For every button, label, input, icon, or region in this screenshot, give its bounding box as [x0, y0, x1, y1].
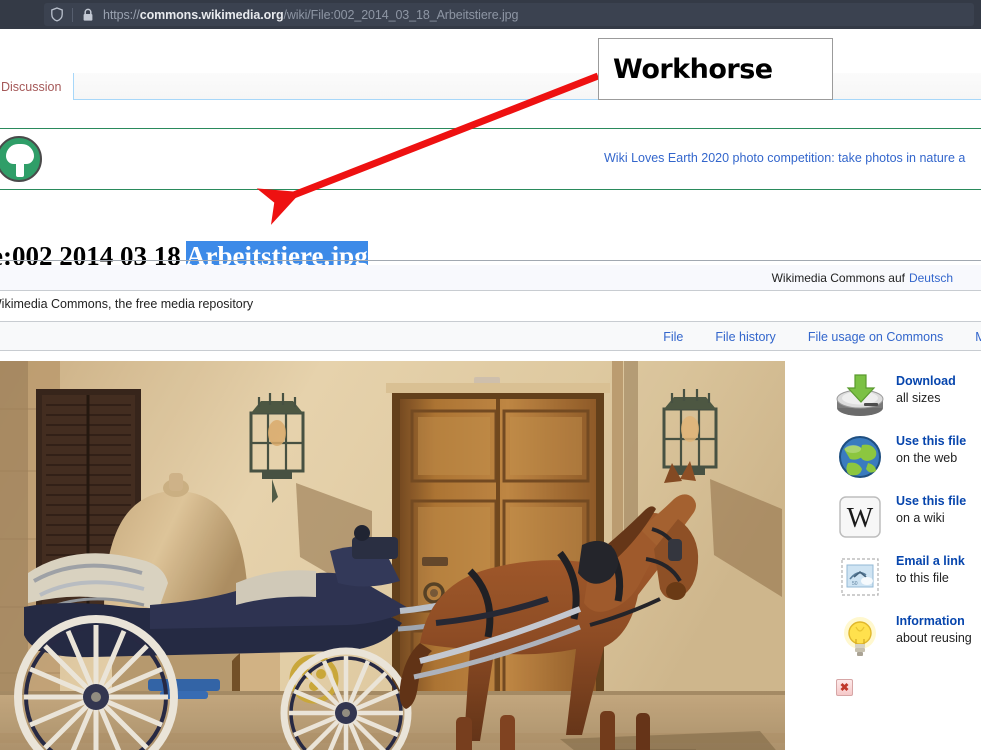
sitenotice-banner: Wiki Loves Earth 2020 photo competition:…	[0, 128, 981, 190]
language-bar: Wikimedia Commons auf Deutsch	[0, 265, 981, 291]
wikipedia-w-icon: W	[834, 491, 886, 543]
tab-file-usage-on-commons[interactable]: File usage on Commons	[808, 330, 943, 344]
annotation-label-box: Workhorse	[598, 38, 833, 100]
svg-text:50: 50	[852, 581, 858, 587]
url-text[interactable]: https://commons.wikimedia.org/wiki/File:…	[103, 8, 518, 22]
language-bar-text: Wikimedia Commons auf	[771, 270, 905, 285]
use-on-web-label[interactable]: Use this file	[896, 433, 981, 450]
tab-file[interactable]: File	[663, 330, 683, 344]
file-link-use-on-web-text: Use this file on the web	[896, 433, 981, 467]
file-content-area: Download all sizes Use this file on the …	[0, 361, 981, 750]
address-bar-divider	[72, 7, 73, 22]
download-sublabel: all sizes	[896, 391, 941, 405]
email-sublabel: to this file	[896, 571, 949, 585]
lightbulb-icon	[834, 611, 886, 663]
file-nav-bar: File File history File usage on Commons …	[0, 321, 981, 351]
photo-artwork	[0, 361, 785, 750]
wiki-loves-earth-tree-logo	[0, 136, 42, 182]
email-label[interactable]: Email a link	[896, 553, 981, 570]
file-link-use-on-wiki-text: Use this file on a wiki	[896, 493, 981, 527]
page-content: Discussion Wiki Loves Earth 2020 photo c…	[0, 29, 981, 750]
file-link-email[interactable]: 50 Email a link to this file	[820, 549, 981, 609]
shield-icon[interactable]	[50, 7, 64, 22]
file-link-use-on-web[interactable]: Use this file on the web	[820, 429, 981, 489]
tab-file-history[interactable]: File history	[715, 330, 775, 344]
tab-discussion[interactable]: Discussion	[0, 73, 75, 100]
language-link-deutsch[interactable]: Deutsch	[909, 271, 953, 285]
url-path: /wiki/File:002_2014_03_18_Arbeitstiere.j…	[283, 7, 519, 22]
tab-metadata[interactable]: Metada	[975, 330, 981, 344]
screenshot-root: https://commons.wikimedia.org/wiki/File:…	[0, 0, 981, 750]
use-on-wiki-sublabel: on a wiki	[896, 511, 945, 525]
svg-text:W: W	[847, 503, 874, 534]
file-nav-tabs: File File history File usage on Commons …	[663, 322, 981, 351]
url-domain: commons.wikimedia.org	[139, 7, 284, 22]
browser-toolbar: https://commons.wikimedia.org/wiki/File:…	[0, 0, 981, 29]
download-label[interactable]: Download	[896, 373, 981, 390]
file-link-information[interactable]: Information about reusing	[820, 609, 981, 669]
file-link-email-text: Email a link to this file	[896, 553, 981, 587]
globe-icon	[834, 431, 886, 483]
broken-image-icon[interactable]: ✖	[836, 679, 853, 696]
email-stamp-icon: 50	[834, 551, 886, 603]
file-preview-image[interactable]	[0, 361, 785, 750]
download-disk-icon	[834, 371, 886, 423]
information-label[interactable]: Information	[896, 613, 981, 630]
namespace-tabstrip: Discussion	[0, 73, 981, 100]
site-subtitle: m Wikimedia Commons, the free media repo…	[0, 297, 254, 311]
use-on-wiki-label[interactable]: Use this file	[896, 493, 981, 510]
lock-icon[interactable]	[81, 7, 95, 22]
use-on-web-sublabel: on the web	[896, 451, 958, 465]
file-link-information-text: Information about reusing	[896, 613, 981, 647]
information-sublabel: about reusing	[896, 631, 972, 645]
file-link-download-text: Download all sizes	[896, 373, 981, 407]
address-bar[interactable]: https://commons.wikimedia.org/wiki/File:…	[44, 3, 974, 26]
title-divider	[0, 260, 981, 261]
file-links-sidebar: Download all sizes Use this file on the …	[820, 369, 981, 696]
tab-discussion-label: Discussion	[1, 79, 62, 94]
sitenotice-link[interactable]: Wiki Loves Earth 2020 photo competition:…	[604, 151, 981, 165]
annotation-label-text: Workhorse	[613, 53, 773, 85]
url-scheme: https://	[103, 7, 140, 22]
file-link-use-on-wiki[interactable]: W Use this file on a wiki	[820, 489, 981, 549]
file-link-download[interactable]: Download all sizes	[820, 369, 981, 429]
